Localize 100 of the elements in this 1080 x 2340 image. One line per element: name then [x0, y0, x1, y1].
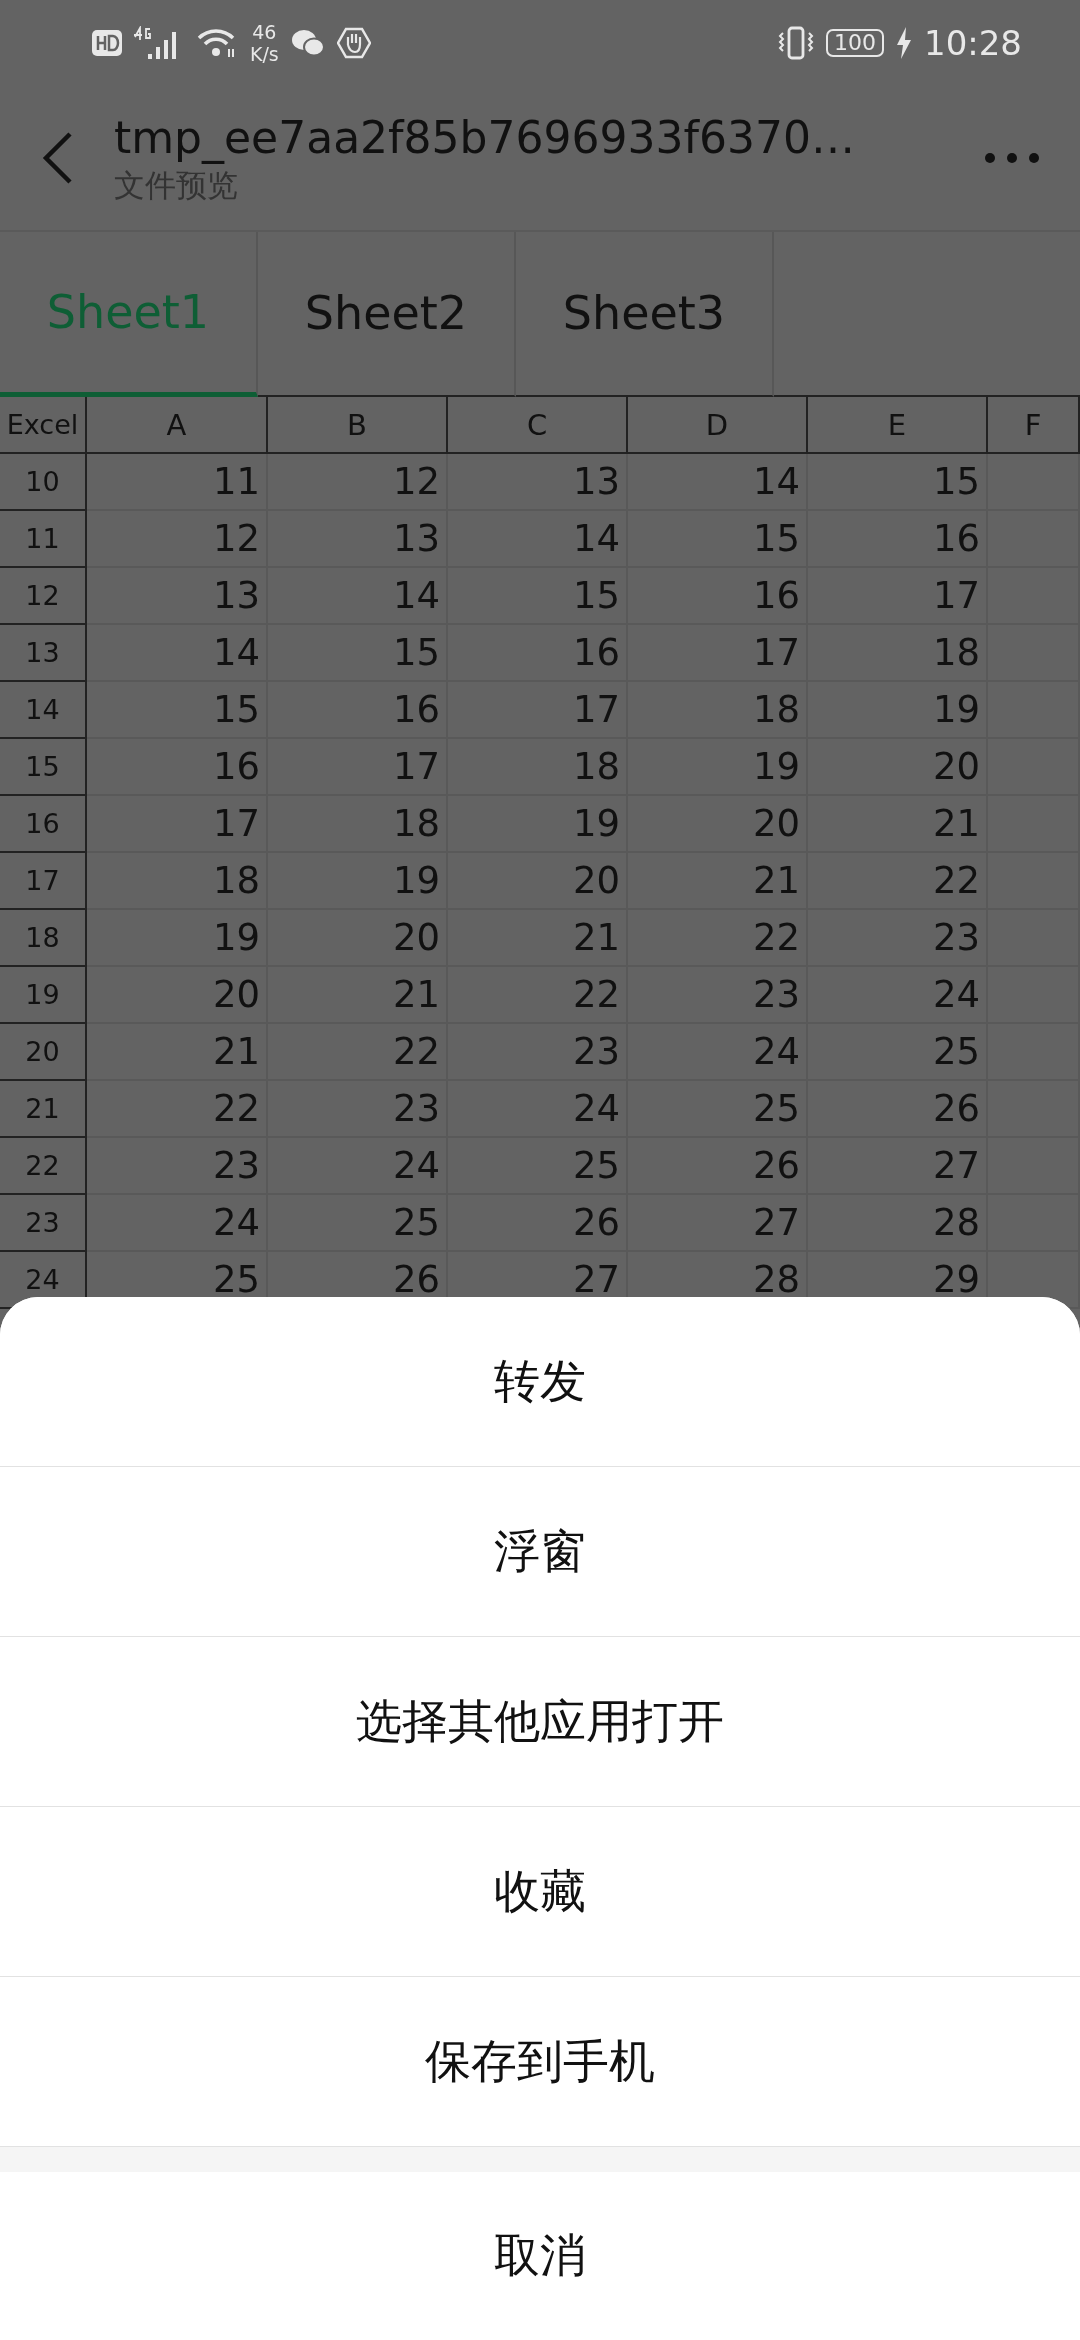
table-cell: 22	[87, 1081, 268, 1138]
table-cell: 21	[268, 967, 448, 1024]
table-cell: 18	[448, 739, 628, 796]
cancel-button[interactable]: 取消	[0, 2172, 1080, 2340]
table-cell: 25	[448, 1138, 628, 1195]
table-cell: 15	[808, 454, 988, 511]
table-cell: 18	[628, 682, 808, 739]
table-cell: 19	[268, 853, 448, 910]
column-header: Excel	[0, 397, 87, 454]
row-header: 13	[0, 625, 87, 682]
table-cell: 16	[87, 739, 268, 796]
column-header: C	[448, 397, 628, 454]
table-cell: 20	[808, 739, 988, 796]
row-header: 16	[0, 796, 87, 853]
table-cell: 20	[628, 796, 808, 853]
table-cell: 25	[628, 1081, 808, 1138]
row-header: 12	[0, 568, 87, 625]
table-cell: 23	[448, 1024, 628, 1081]
charging-bolt-icon	[896, 26, 912, 59]
row-header: 11	[0, 511, 87, 568]
table-cell: 24	[628, 1024, 808, 1081]
battery-icon: 100	[826, 28, 884, 57]
menu-item[interactable]: 收藏	[0, 1807, 1080, 1977]
column-header: B	[268, 397, 448, 454]
table-cell: 24	[268, 1138, 448, 1195]
table-cell: 26	[448, 1195, 628, 1252]
table-cell: 27	[628, 1195, 808, 1252]
table-cell: 14	[87, 625, 268, 682]
table-cell: 17	[448, 682, 628, 739]
table-cell: 26	[808, 1081, 988, 1138]
table-cell: 12	[87, 511, 268, 568]
table-cell: 13	[87, 568, 268, 625]
table-cell: 28	[808, 1195, 988, 1252]
table-cell: 23	[87, 1138, 268, 1195]
table-cell: 19	[87, 910, 268, 967]
menu-item[interactable]: 选择其他应用打开	[0, 1637, 1080, 1807]
back-button[interactable]	[40, 129, 74, 186]
column-header: E	[808, 397, 988, 454]
table-cell: 15	[268, 625, 448, 682]
hand-icon	[336, 26, 371, 59]
table-cell: 20	[87, 967, 268, 1024]
table-cell: 16	[628, 568, 808, 625]
row-header: 17	[0, 853, 87, 910]
table-cell: 18	[808, 625, 988, 682]
table-cell: 15	[87, 682, 268, 739]
table-cell: 17	[87, 796, 268, 853]
row-header: 18	[0, 910, 87, 967]
table-cell: 23	[268, 1081, 448, 1138]
row-header: 10	[0, 454, 87, 511]
table-cell: 22	[808, 853, 988, 910]
table-cell: 21	[87, 1024, 268, 1081]
table-cell: 21	[448, 910, 628, 967]
column-header: D	[628, 397, 808, 454]
table-cell: 19	[808, 682, 988, 739]
row-header: 15	[0, 739, 87, 796]
table-cell: 18	[87, 853, 268, 910]
row-header: 19	[0, 967, 87, 1024]
table-cell: 20	[448, 853, 628, 910]
table-cell: 13	[448, 454, 628, 511]
menu-item[interactable]: 浮窗	[0, 1467, 1080, 1637]
table-cell: 24	[448, 1081, 628, 1138]
clock: 10:28	[924, 22, 1022, 63]
table-cell: 11	[87, 454, 268, 511]
table-cell: 25	[268, 1195, 448, 1252]
table-cell: 14	[448, 511, 628, 568]
table-cell: 23	[628, 967, 808, 1024]
row-header: 21	[0, 1081, 87, 1138]
table-cell: 15	[628, 511, 808, 568]
table-cell: 16	[808, 511, 988, 568]
table-cell: 19	[628, 739, 808, 796]
table-cell: 21	[808, 796, 988, 853]
menu-item[interactable]: 转发	[0, 1297, 1080, 1467]
table-cell: 14	[628, 454, 808, 511]
table-cell: 16	[448, 625, 628, 682]
chat-bubbles-icon	[290, 27, 325, 58]
hd-icon	[92, 29, 122, 56]
table-cell: 27	[808, 1138, 988, 1195]
row-header: 14	[0, 682, 87, 739]
table-cell: 20	[268, 910, 448, 967]
table-cell: 18	[268, 796, 448, 853]
file-title: tmp_ee7aa2f85b7696933f6370…	[114, 110, 856, 165]
column-header: A	[87, 397, 268, 454]
speed-unit: K/s	[250, 42, 279, 65]
vibrate-icon	[778, 24, 814, 61]
menu-item[interactable]: 保存到手机	[0, 1977, 1080, 2147]
more-icon[interactable]	[984, 151, 1040, 164]
row-header: 22	[0, 1138, 87, 1195]
network-speed: 46	[252, 20, 277, 43]
table-cell: 23	[808, 910, 988, 967]
table-cell: 25	[808, 1024, 988, 1081]
table-cell: 14	[268, 568, 448, 625]
row-header: 23	[0, 1195, 87, 1252]
table-cell: 24	[87, 1195, 268, 1252]
table-cell: 15	[448, 568, 628, 625]
table-cell: 24	[808, 967, 988, 1024]
table-cell: 17	[268, 739, 448, 796]
table-cell: 16	[268, 682, 448, 739]
table-cell: 13	[268, 511, 448, 568]
table-cell: 19	[448, 796, 628, 853]
table-cell: 22	[628, 910, 808, 967]
